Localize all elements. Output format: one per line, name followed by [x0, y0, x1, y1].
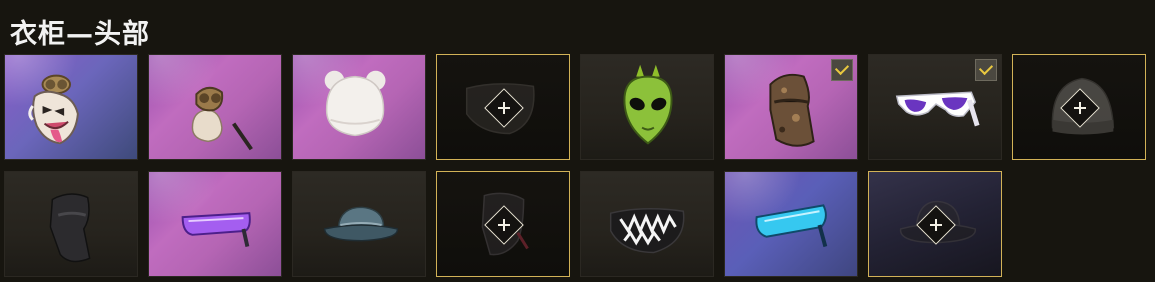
wardrobe-slot-5[interactable]	[580, 54, 714, 160]
wardrobe-slot-2[interactable]	[148, 54, 282, 160]
wardrobe-slot-8[interactable]	[1012, 54, 1146, 160]
wardrobe-slot-12[interactable]	[436, 171, 570, 277]
wardrobe-grid	[4, 54, 1146, 277]
equipped-check-icon	[831, 59, 853, 81]
wardrobe-slot-15[interactable]	[868, 171, 1002, 277]
wardrobe-slot-11[interactable]	[292, 171, 426, 277]
green-alien-mask-icon	[581, 55, 713, 159]
wardrobe-slot-4[interactable]	[436, 54, 570, 160]
white-bear-beanie-icon	[293, 55, 425, 159]
equipped-check-icon	[975, 59, 997, 81]
jester-mask-icon	[5, 55, 137, 159]
shark-teeth-mask-icon	[581, 172, 713, 276]
wardrobe-slot-3[interactable]	[292, 54, 426, 160]
blue-visor-glasses-icon	[725, 172, 857, 276]
wardrobe-slot-6[interactable]	[724, 54, 858, 160]
wardrobe-slot-14[interactable]	[724, 171, 858, 277]
black-balaclava-icon	[5, 172, 137, 276]
wardrobe-slot-9[interactable]	[4, 171, 138, 277]
wardrobe-slot-7[interactable]	[868, 54, 1002, 160]
wardrobe-slot-13[interactable]	[580, 171, 714, 277]
page-title: 衣柜—头部	[10, 19, 150, 50]
purple-visor-glasses-icon	[149, 172, 281, 276]
wardrobe-slot-10[interactable]	[148, 171, 282, 277]
goggles-bust-icon	[149, 55, 281, 159]
wardrobe-slot-1[interactable]	[4, 54, 138, 160]
blue-bucket-hat-icon	[293, 172, 425, 276]
